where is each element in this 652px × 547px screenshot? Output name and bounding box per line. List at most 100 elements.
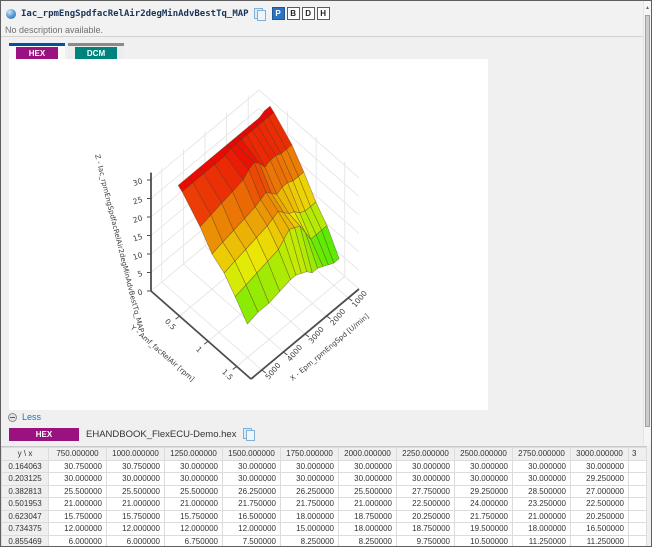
- map-value-cell[interactable]: 11.250000: [571, 535, 629, 547]
- map-value-cell[interactable]: 21.000000: [107, 498, 165, 511]
- map-value-cell[interactable]: 29.250000: [455, 485, 513, 498]
- map-value-cell[interactable]: 6.750000: [165, 535, 223, 547]
- map-value-cell[interactable]: 15.750000: [49, 510, 107, 523]
- map-value-cell[interactable]: 12.000000: [165, 523, 223, 536]
- map-value-cell[interactable]: 30.000000: [571, 460, 629, 473]
- map-value-cell[interactable]: 20.250000: [571, 510, 629, 523]
- vertical-scrollbar[interactable]: ▲: [643, 1, 651, 445]
- map-value-cell[interactable]: 18.750000: [397, 523, 455, 536]
- row-header: 0.855469: [2, 535, 49, 547]
- map-value-cell[interactable]: 18.000000: [281, 510, 339, 523]
- map-value-cell[interactable]: 24.000000: [455, 498, 513, 511]
- col-header: 750.000000: [49, 448, 107, 461]
- map-value-cell[interactable]: 21.750000: [281, 498, 339, 511]
- col-header: 1000.000000: [107, 448, 165, 461]
- map-value-cell[interactable]: 15.750000: [107, 510, 165, 523]
- map-value-cell[interactable]: 28.500000: [513, 485, 571, 498]
- map-value-cell[interactable]: 30.000000: [223, 460, 281, 473]
- map-value-cell[interactable]: 30.000000: [339, 473, 397, 486]
- map-value-cell[interactable]: 30.000000: [281, 473, 339, 486]
- map-value-cell[interactable]: 26.250000: [281, 485, 339, 498]
- map-value-cell[interactable]: 30.750000: [107, 460, 165, 473]
- map-value-cell[interactable]: 22.500000: [571, 498, 629, 511]
- map-value-cell[interactable]: 30.000000: [165, 460, 223, 473]
- map-value-cell[interactable]: 18.750000: [339, 510, 397, 523]
- map-value-cell[interactable]: 21.000000: [339, 498, 397, 511]
- map-value-cell[interactable]: 18.000000: [513, 523, 571, 536]
- map-value-cell[interactable]: 8.250000: [339, 535, 397, 547]
- copy-name-icon[interactable]: [254, 8, 265, 20]
- tab-hex[interactable]: HEX: [9, 43, 65, 60]
- map-value-cell[interactable]: 23.250000: [513, 498, 571, 511]
- map-value-cell[interactable]: 22.500000: [397, 498, 455, 511]
- map-value-cell[interactable]: 30.000000: [281, 460, 339, 473]
- map-value-cell[interactable]: 25.500000: [165, 485, 223, 498]
- map-value-cell[interactable]: 11.250000: [513, 535, 571, 547]
- map-value-cell[interactable]: 12.000000: [107, 523, 165, 536]
- clipped-cell: [629, 498, 647, 511]
- map-value-cell[interactable]: 21.750000: [223, 498, 281, 511]
- map-variable-icon: [6, 9, 16, 19]
- svg-text:4000: 4000: [285, 343, 304, 364]
- map-value-cell[interactable]: 30.000000: [513, 460, 571, 473]
- map-value-cell[interactable]: 26.250000: [223, 485, 281, 498]
- map-value-cell[interactable]: 8.250000: [281, 535, 339, 547]
- map-value-cell[interactable]: 30.000000: [513, 473, 571, 486]
- clipped-cell: [629, 523, 647, 536]
- map-value-cell[interactable]: 12.000000: [49, 523, 107, 536]
- tab-dcm[interactable]: DCM: [68, 43, 124, 60]
- map-value-cell[interactable]: 9.750000: [397, 535, 455, 547]
- map-value-cell[interactable]: 30.000000: [455, 473, 513, 486]
- col-header: 2500.000000: [455, 448, 513, 461]
- map-value-cell[interactable]: 27.750000: [397, 485, 455, 498]
- map-value-cell[interactable]: 15.750000: [165, 510, 223, 523]
- view-button-d[interactable]: D: [302, 7, 315, 20]
- clipped-cell: [629, 510, 647, 523]
- map-value-cell[interactable]: 25.500000: [107, 485, 165, 498]
- map-value-cell[interactable]: 30.000000: [107, 473, 165, 486]
- map-value-cell[interactable]: 10.500000: [455, 535, 513, 547]
- svg-text:5000: 5000: [263, 361, 282, 382]
- map-value-cell[interactable]: 30.000000: [397, 460, 455, 473]
- view-button-b[interactable]: B: [287, 7, 300, 20]
- row-header: 0.623047: [2, 510, 49, 523]
- map-value-cell[interactable]: 21.000000: [165, 498, 223, 511]
- ehandbook-map-view: Iac_rpmEngSpdfacRelAir2degMinAdvBestTq_M…: [0, 0, 652, 547]
- scrollbar-thumb[interactable]: [645, 15, 650, 427]
- map-value-cell[interactable]: 21.000000: [513, 510, 571, 523]
- map-value-cell[interactable]: 29.250000: [571, 473, 629, 486]
- map-value-cell[interactable]: 6.000000: [49, 535, 107, 547]
- clipped-cell: [629, 535, 647, 547]
- map-value-cell[interactable]: 21.000000: [49, 498, 107, 511]
- map-value-cell[interactable]: 30.000000: [165, 473, 223, 486]
- less-toggle[interactable]: Less: [8, 412, 41, 422]
- svg-text:5: 5: [136, 269, 144, 279]
- map-value-cell[interactable]: 30.750000: [49, 460, 107, 473]
- scroll-up-icon[interactable]: ▲: [644, 5, 651, 11]
- map-value-cell[interactable]: 25.500000: [339, 485, 397, 498]
- map-value-cell[interactable]: 16.500000: [571, 523, 629, 536]
- map-value-cell[interactable]: 16.500000: [223, 510, 281, 523]
- map-value-cell[interactable]: 20.250000: [397, 510, 455, 523]
- map-value-cell[interactable]: 18.000000: [339, 523, 397, 536]
- map-value-cell[interactable]: 6.000000: [107, 535, 165, 547]
- map-value-cell[interactable]: 30.000000: [49, 473, 107, 486]
- svg-text:15: 15: [132, 232, 144, 244]
- map-value-cell[interactable]: 30.000000: [397, 473, 455, 486]
- map-value-cell[interactable]: 27.000000: [571, 485, 629, 498]
- map-value-cell[interactable]: 30.000000: [339, 460, 397, 473]
- view-button-p[interactable]: P: [272, 7, 285, 20]
- view-button-h[interactable]: H: [317, 7, 330, 20]
- map-value-cell[interactable]: 7.500000: [223, 535, 281, 547]
- map-value-cell[interactable]: 15.000000: [281, 523, 339, 536]
- map-value-cell[interactable]: 21.750000: [455, 510, 513, 523]
- surface-plot-panel: 0510152025300.511.510002000300040005000Z…: [9, 59, 488, 410]
- map-value-cell[interactable]: 30.000000: [223, 473, 281, 486]
- map-value-cell[interactable]: 19.500000: [455, 523, 513, 536]
- copy-filename-icon[interactable]: [243, 428, 254, 440]
- map-value-cell[interactable]: 12.000000: [223, 523, 281, 536]
- map-value-cell[interactable]: 25.500000: [49, 485, 107, 498]
- tab-badge-dcm: DCM: [75, 47, 117, 60]
- surface-plot[interactable]: 0510152025300.511.510002000300040005000Z…: [9, 59, 488, 410]
- map-value-cell[interactable]: 30.000000: [455, 460, 513, 473]
